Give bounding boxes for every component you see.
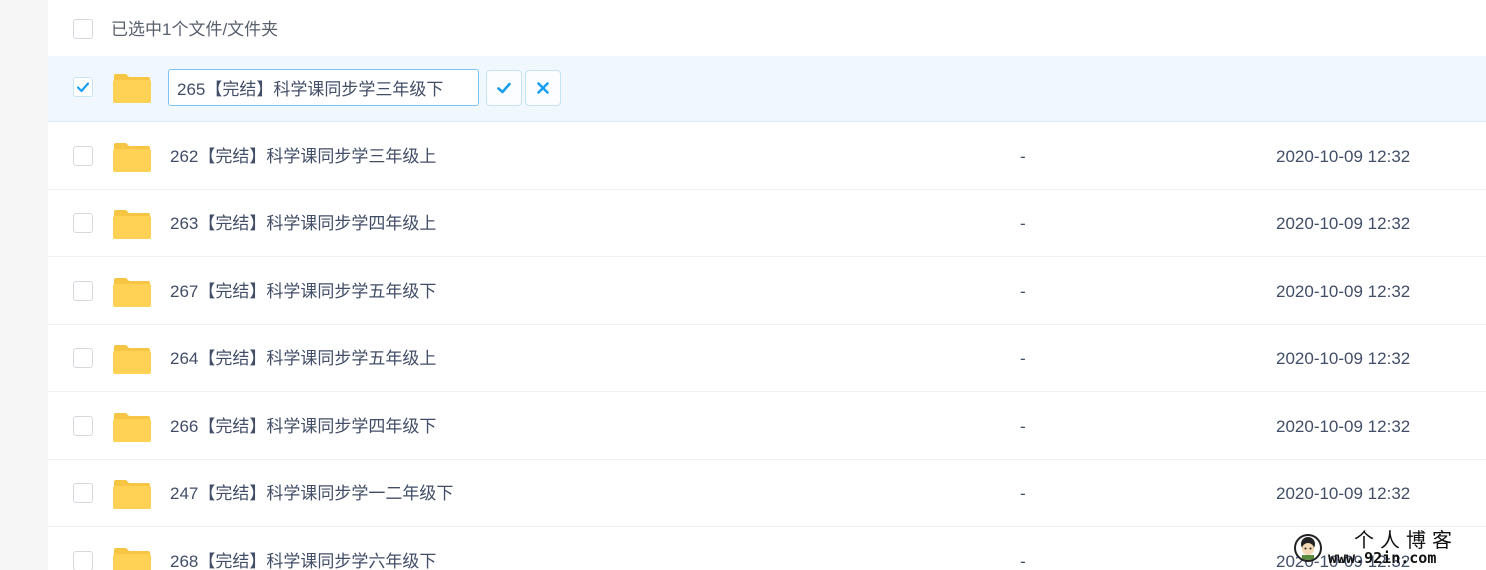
file-size: - (1020, 349, 1026, 368)
rename-input[interactable] (168, 69, 479, 106)
left-sidebar-edge (0, 0, 48, 570)
file-row-editing[interactable] (48, 56, 1486, 122)
check-icon (497, 82, 511, 94)
folder-icon (113, 345, 151, 374)
check-icon (76, 82, 90, 93)
row-checkbox[interactable] (73, 146, 93, 166)
file-name[interactable]: 262【完结】科学课同步学三年级上 (170, 146, 436, 168)
file-list-header: 已选中1个文件/文件夹 (48, 0, 1486, 56)
file-size: - (1020, 282, 1026, 301)
file-date: 2020-10-09 12:32 (1276, 147, 1411, 166)
file-row[interactable]: 264【完结】科学课同步学五年级上 - 2020-10-09 12:32 (48, 325, 1486, 392)
folder-icon (113, 480, 151, 509)
file-name[interactable]: 267【完结】科学课同步学五年级下 (170, 281, 436, 303)
folder-icon (113, 74, 151, 103)
file-name[interactable]: 263【完结】科学课同步学四年级上 (170, 213, 436, 235)
cancel-rename-button[interactable] (525, 70, 561, 106)
file-date: 2020-10-09 12:32 (1276, 417, 1411, 436)
file-name[interactable]: 266【完结】科学课同步学四年级下 (170, 416, 436, 438)
file-size: - (1020, 147, 1026, 166)
file-row[interactable]: 247【完结】科学课同步学一二年级下 - 2020-10-09 12:32 (48, 460, 1486, 527)
file-size: - (1020, 484, 1026, 503)
file-row[interactable]: 266【完结】科学课同步学四年级下 - 2020-10-09 12:32 (48, 393, 1486, 460)
close-icon (537, 82, 549, 94)
row-checkbox[interactable] (73, 483, 93, 503)
file-date: 2020-10-09 12:32 (1276, 349, 1411, 368)
row-checkbox[interactable] (73, 348, 93, 368)
file-size: - (1020, 214, 1026, 233)
confirm-rename-button[interactable] (486, 70, 522, 106)
file-row[interactable]: 268【完结】科学课同步学六年级下 - 2020-10-09 12:32 (48, 528, 1486, 570)
file-date: 2020-10-09 12:32 (1276, 484, 1411, 503)
folder-icon (113, 278, 151, 307)
folder-icon (113, 143, 151, 172)
file-size: - (1020, 552, 1026, 570)
row-checkbox[interactable] (73, 551, 93, 570)
row-checkbox-checked[interactable] (73, 77, 93, 97)
file-name[interactable]: 247【完结】科学课同步学一二年级下 (170, 483, 453, 505)
row-checkbox[interactable] (73, 281, 93, 301)
row-checkbox[interactable] (73, 416, 93, 436)
file-date: 2020-10-09 12:32 (1276, 214, 1411, 233)
file-date: 2020-10-09 12:32 (1276, 282, 1411, 301)
file-list-panel: 已选中1个文件/文件夹 262【完结】科学课同步学 (48, 0, 1486, 570)
file-size: - (1020, 417, 1026, 436)
cartoon-avatar-icon (1294, 534, 1322, 562)
watermark-url: www.92in.com (1328, 549, 1437, 567)
blog-watermark: 个人博客 www.92in.com (1294, 528, 1474, 570)
file-row[interactable]: 263【完结】科学课同步学四年级上 - 2020-10-09 12:32 (48, 190, 1486, 257)
file-name[interactable]: 264【完结】科学课同步学五年级上 (170, 348, 436, 370)
selection-count-text: 已选中1个文件/文件夹 (111, 20, 279, 39)
file-row[interactable]: 267【完结】科学课同步学五年级下 - 2020-10-09 12:32 (48, 258, 1486, 325)
folder-icon (113, 210, 151, 239)
folder-icon (113, 413, 151, 442)
row-checkbox[interactable] (73, 213, 93, 233)
file-name[interactable]: 268【完结】科学课同步学六年级下 (170, 551, 436, 570)
select-all-checkbox[interactable] (73, 19, 93, 39)
file-row[interactable]: 262【完结】科学课同步学三年级上 - 2020-10-09 12:32 (48, 123, 1486, 190)
folder-icon (113, 548, 151, 570)
